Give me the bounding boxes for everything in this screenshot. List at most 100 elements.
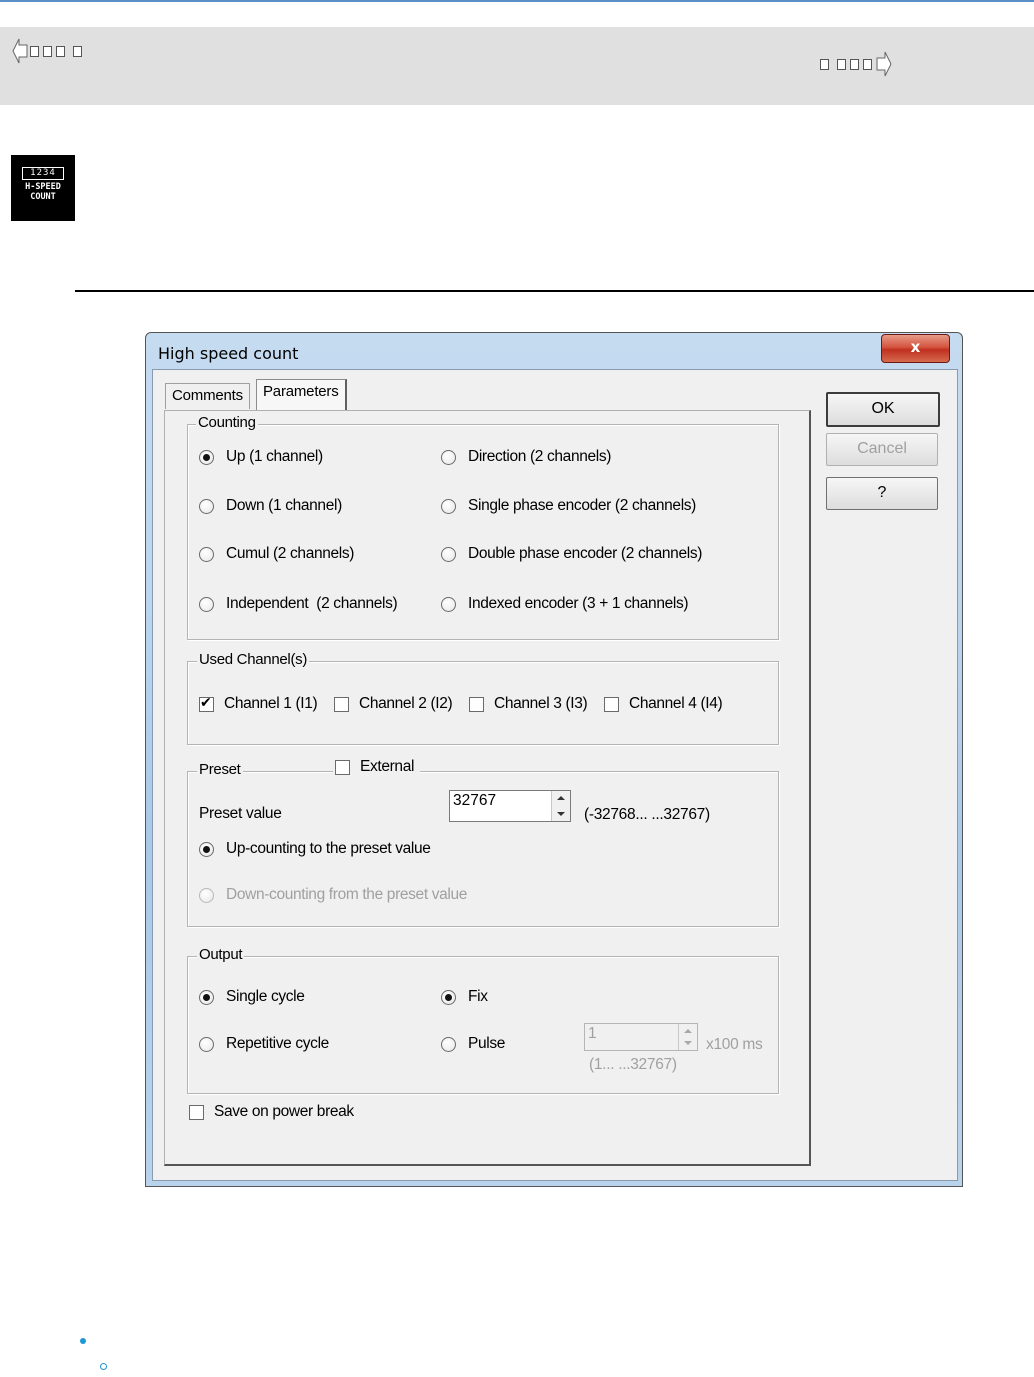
glyph-box bbox=[30, 45, 39, 57]
radio-double-phase-encoder[interactable]: Double phase encoder (2 channels) bbox=[441, 545, 702, 563]
help-button[interactable]: ? bbox=[826, 477, 938, 510]
checkbox-icon bbox=[604, 696, 619, 712]
radio-label: Indexed encoder (3 + 1 channels) bbox=[468, 595, 689, 612]
icon-label-line2: COUNT bbox=[30, 192, 56, 202]
radio-down-counting-preset: Down-counting from the preset value bbox=[199, 886, 467, 904]
radio-icon bbox=[199, 498, 214, 514]
checkbox-icon bbox=[334, 696, 349, 712]
glyph-box bbox=[837, 58, 846, 70]
radio-pulse[interactable]: Pulse bbox=[441, 1035, 505, 1053]
spin-up-icon[interactable] bbox=[557, 796, 565, 800]
pulse-duration-input: 1 bbox=[588, 1025, 597, 1042]
radio-label: Repetitive cycle bbox=[226, 1035, 329, 1052]
counting-legend: Counting bbox=[196, 414, 258, 431]
preset-range: (-32768... ...32767) bbox=[584, 806, 710, 823]
preset-value-label: Preset value bbox=[199, 805, 282, 822]
pulse-duration-spinner: 1 bbox=[584, 1023, 698, 1051]
radio-icon bbox=[441, 546, 456, 562]
parameters-panel: Counting Up (1 channel) Down (1 channel)… bbox=[164, 410, 811, 1166]
glyph-box bbox=[73, 45, 82, 57]
radio-icon bbox=[441, 596, 456, 612]
checkbox-label: Channel 1 (I1) bbox=[224, 695, 318, 712]
radio-icon bbox=[441, 449, 456, 465]
radio-label: Direction (2 channels) bbox=[468, 448, 612, 465]
radio-label: Independent (2 channels) bbox=[226, 595, 398, 612]
checkbox-label: Channel 3 (I3) bbox=[494, 695, 588, 712]
checkbox-channel-2[interactable]: Channel 2 (I2) bbox=[334, 695, 453, 713]
checkbox-external[interactable]: External bbox=[333, 758, 421, 776]
checkbox-icon bbox=[189, 1104, 204, 1120]
radio-selected-icon bbox=[199, 449, 214, 465]
checkbox-icon bbox=[335, 759, 350, 775]
radio-single-cycle[interactable]: Single cycle bbox=[199, 988, 305, 1006]
radio-up-counting-preset[interactable]: Up-counting to the preset value bbox=[199, 840, 431, 858]
preset-value-spinner[interactable]: 32767 bbox=[449, 790, 571, 822]
radio-selected-icon bbox=[441, 989, 456, 1005]
radio-icon bbox=[441, 498, 456, 514]
radio-up-1-channel[interactable]: Up (1 channel) bbox=[199, 448, 323, 466]
radio-label: Cumul (2 channels) bbox=[226, 545, 355, 562]
tab-parameters[interactable]: Parameters bbox=[256, 379, 347, 410]
checkbox-label: External bbox=[360, 758, 415, 775]
checkbox-channel-4[interactable]: Channel 4 (I4) bbox=[604, 695, 723, 713]
checkbox-checked-icon bbox=[199, 695, 214, 712]
ok-button[interactable]: OK bbox=[826, 392, 940, 427]
radio-direction-2-channels[interactable]: Direction (2 channels) bbox=[441, 448, 611, 466]
spinner-arrows[interactable] bbox=[551, 791, 570, 821]
radio-label: Double phase encoder (2 channels) bbox=[468, 545, 703, 562]
radio-down-1-channel[interactable]: Down (1 channel) bbox=[199, 497, 342, 515]
checkbox-channel-1[interactable]: Channel 1 (I1) bbox=[199, 695, 318, 713]
checkbox-channel-3[interactable]: Channel 3 (I3) bbox=[469, 695, 588, 713]
close-button[interactable]: x bbox=[881, 334, 950, 363]
icon-label-line1: H-SPEED bbox=[25, 182, 61, 192]
pulse-unit: x100 ms bbox=[706, 1036, 763, 1053]
spin-down-icon[interactable] bbox=[557, 812, 565, 816]
preset-value-input[interactable]: 32767 bbox=[453, 792, 496, 810]
radio-fix[interactable]: Fix bbox=[441, 988, 488, 1006]
icon-digits: 1234 bbox=[22, 167, 64, 180]
checkbox-label: Channel 2 (I2) bbox=[359, 695, 453, 712]
radio-cumul-2-channels[interactable]: Cumul (2 channels) bbox=[199, 545, 354, 563]
used-channels-legend: Used Channel(s) bbox=[197, 651, 310, 668]
spinner-arrows bbox=[678, 1024, 697, 1050]
radio-icon bbox=[199, 1036, 214, 1052]
glyph-box bbox=[863, 58, 872, 70]
checkbox-save-on-power-break[interactable]: Save on power break bbox=[189, 1103, 354, 1121]
dialog-title: High speed count bbox=[158, 344, 299, 363]
high-speed-count-icon: 1234 H-SPEED COUNT bbox=[11, 155, 75, 221]
arrow-left-icon bbox=[12, 38, 28, 64]
tab-comments[interactable]: Comments bbox=[165, 383, 250, 409]
radio-single-phase-encoder[interactable]: Single phase encoder (2 channels) bbox=[441, 497, 696, 515]
list-bullet bbox=[80, 1338, 86, 1344]
top-rule bbox=[0, 0, 1034, 2]
glyph-box bbox=[56, 45, 65, 57]
next-page-link[interactable] bbox=[820, 51, 892, 77]
glyph-box bbox=[820, 58, 829, 70]
dialog-client-area: Comments Parameters Counting Up (1 chann… bbox=[152, 369, 958, 1181]
radio-icon bbox=[199, 546, 214, 562]
sub-list-bullet bbox=[100, 1363, 107, 1370]
radio-label: Fix bbox=[468, 988, 488, 1005]
glyph-box bbox=[850, 58, 859, 70]
checkbox-label: Save on power break bbox=[214, 1103, 354, 1120]
radio-indexed-encoder[interactable]: Indexed encoder (3 + 1 channels) bbox=[441, 595, 689, 613]
radio-label: Down (1 channel) bbox=[226, 497, 342, 514]
radio-selected-icon bbox=[199, 989, 214, 1005]
radio-label: Up-counting to the preset value bbox=[226, 840, 431, 857]
previous-page-link[interactable] bbox=[12, 38, 84, 64]
cancel-button: Cancel bbox=[826, 433, 938, 466]
checkbox-icon bbox=[469, 696, 484, 712]
radio-independent-2-channels[interactable]: Independent (2 channels) bbox=[199, 595, 398, 613]
radio-icon bbox=[199, 596, 214, 612]
output-legend: Output bbox=[197, 946, 245, 963]
glyph-box bbox=[43, 45, 52, 57]
radio-icon bbox=[441, 1036, 456, 1052]
radio-label: Single phase encoder (2 channels) bbox=[468, 497, 696, 514]
section-divider bbox=[75, 290, 1034, 292]
spin-up-icon bbox=[684, 1029, 692, 1033]
radio-disabled-icon bbox=[199, 887, 214, 903]
radio-label: Pulse bbox=[468, 1035, 506, 1052]
radio-repetitive-cycle[interactable]: Repetitive cycle bbox=[199, 1035, 329, 1053]
radio-label: Single cycle bbox=[226, 988, 305, 1005]
radio-label: Up (1 channel) bbox=[226, 448, 323, 465]
